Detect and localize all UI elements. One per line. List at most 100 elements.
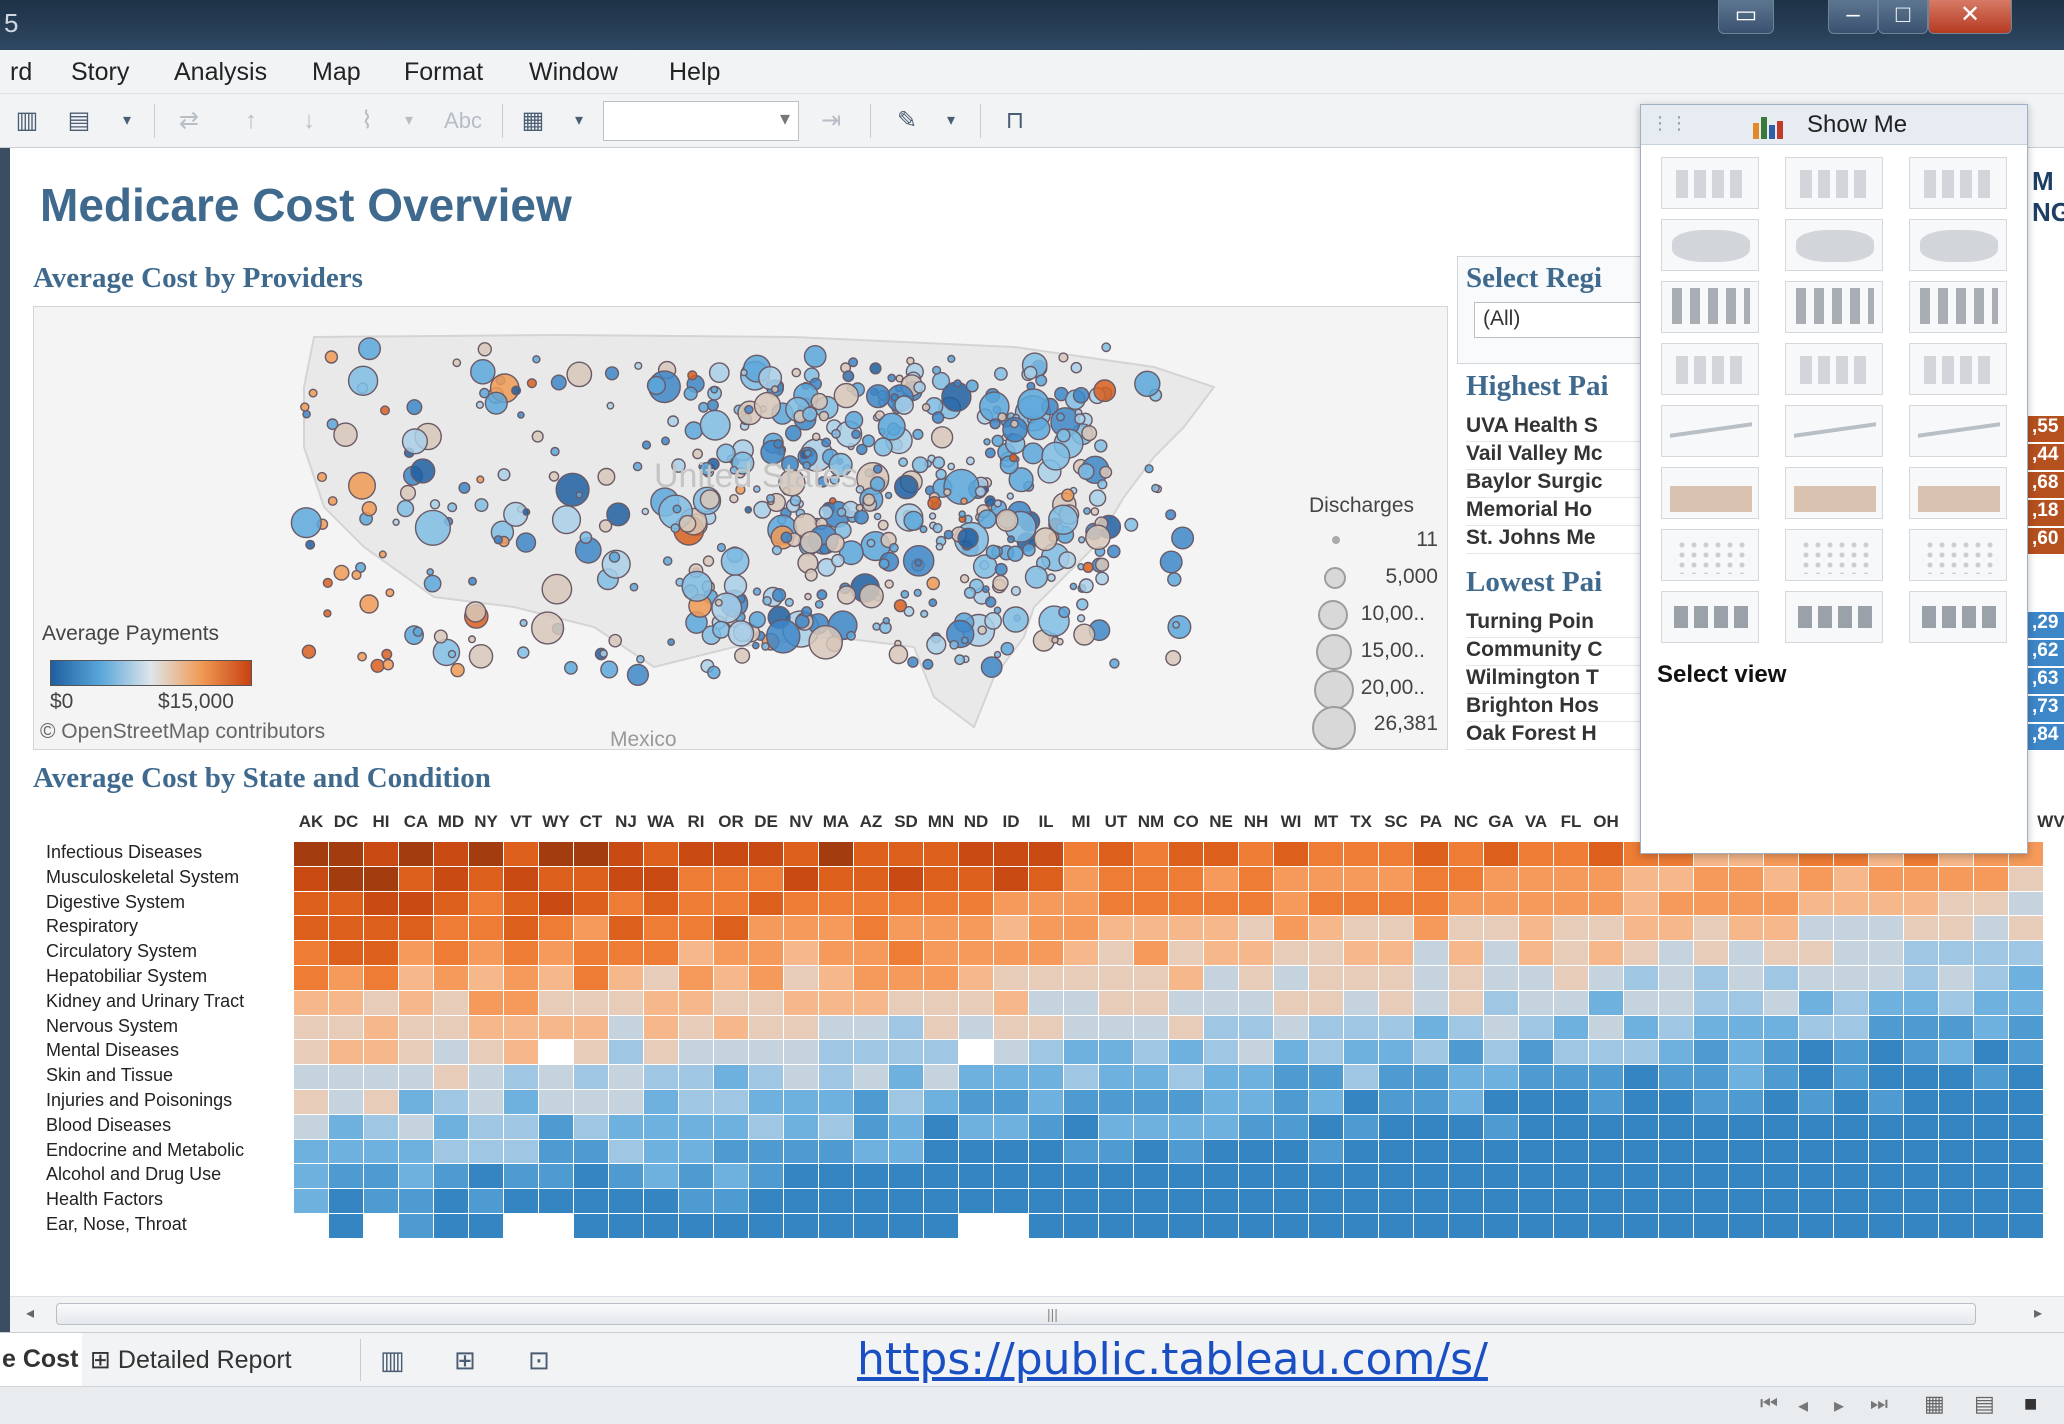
scrollbar-thumb[interactable]: ||| bbox=[56, 1303, 1976, 1325]
provider-bubble[interactable] bbox=[396, 499, 415, 518]
provider-bubble[interactable] bbox=[985, 596, 997, 608]
provider-bubble[interactable] bbox=[873, 512, 882, 521]
provider-bubble[interactable] bbox=[932, 456, 946, 470]
provider-bubble[interactable] bbox=[810, 392, 828, 411]
heatmap-cell[interactable] bbox=[399, 1114, 433, 1139]
heatmap-cell[interactable] bbox=[2009, 990, 2043, 1015]
heatmap-cell[interactable] bbox=[1624, 866, 1658, 891]
heatmap-cell[interactable] bbox=[294, 1139, 328, 1164]
heatmap-cell[interactable] bbox=[994, 891, 1028, 916]
heatmap-cell[interactable] bbox=[1309, 916, 1343, 941]
heatmap-cell[interactable] bbox=[1134, 1040, 1168, 1065]
heatmap-cell[interactable] bbox=[1624, 941, 1658, 965]
provider-bubble[interactable] bbox=[1073, 623, 1096, 646]
heatmap-cell[interactable] bbox=[1169, 1065, 1203, 1089]
heatmap-cell[interactable] bbox=[1589, 1189, 1623, 1213]
provider-bubble[interactable] bbox=[526, 378, 538, 389]
heatmap-cell[interactable] bbox=[1204, 941, 1238, 965]
heatmap-cell[interactable] bbox=[959, 1090, 993, 1114]
heatmap-cell[interactable] bbox=[1309, 842, 1343, 866]
provider-bubble[interactable] bbox=[380, 405, 391, 416]
heatmap-cell[interactable] bbox=[1939, 990, 1973, 1015]
heatmap-cell[interactable] bbox=[959, 990, 993, 1015]
provider-bubble[interactable] bbox=[825, 533, 845, 553]
heatmap-cell[interactable] bbox=[1414, 1065, 1448, 1089]
heatmap-cell[interactable] bbox=[854, 1139, 888, 1164]
provider-bubble[interactable] bbox=[522, 508, 531, 516]
menu-map[interactable]: Map bbox=[312, 58, 361, 87]
provider-bubble[interactable] bbox=[672, 504, 682, 514]
heatmap-cell[interactable] bbox=[784, 990, 818, 1015]
provider-bubble[interactable] bbox=[548, 471, 560, 482]
heatmap-cell[interactable] bbox=[1099, 1040, 1133, 1065]
heatmap-cell[interactable] bbox=[784, 1090, 818, 1114]
provider-bubble[interactable] bbox=[1077, 463, 1095, 480]
heatmap-cell[interactable] bbox=[994, 1214, 1028, 1238]
heatmap-cell[interactable] bbox=[1869, 966, 1903, 990]
heatmap-cell[interactable] bbox=[644, 1040, 678, 1065]
heatmap-cell[interactable] bbox=[1904, 941, 1938, 965]
heatmap-cell[interactable] bbox=[1274, 1015, 1308, 1040]
provider-bubble[interactable] bbox=[771, 545, 783, 556]
heatmap-cell[interactable] bbox=[399, 1189, 433, 1213]
heatmap-cell[interactable] bbox=[1624, 1065, 1658, 1089]
heatmap-cell[interactable] bbox=[1449, 1164, 1483, 1189]
provider-bubble[interactable] bbox=[706, 399, 719, 412]
lowest-provider[interactable]: Community C bbox=[1466, 638, 1656, 666]
heatmap-cell[interactable] bbox=[1029, 1214, 1063, 1238]
provider-bubble[interactable] bbox=[579, 531, 593, 545]
heatmap-cell[interactable] bbox=[889, 1015, 923, 1040]
heatmap-cell[interactable] bbox=[399, 916, 433, 941]
heatmap-cell[interactable] bbox=[1974, 1139, 2008, 1164]
heatmap-cell[interactable] bbox=[539, 941, 573, 965]
heatmap-cell[interactable] bbox=[784, 941, 818, 965]
provider-bubble[interactable] bbox=[1000, 641, 1015, 656]
provider-bubble[interactable] bbox=[846, 630, 856, 641]
provider-bubble[interactable] bbox=[555, 472, 590, 507]
provider-bubble[interactable] bbox=[887, 373, 897, 383]
heatmap-cell[interactable] bbox=[1274, 1114, 1308, 1139]
heatmap-cell[interactable] bbox=[364, 842, 398, 866]
provider-bubble[interactable] bbox=[836, 585, 857, 605]
heatmap-cell[interactable] bbox=[1519, 966, 1553, 990]
heatmap-cell[interactable] bbox=[364, 866, 398, 891]
heatmap-cell[interactable] bbox=[1834, 966, 1868, 990]
heatmap-cell[interactable] bbox=[1344, 1065, 1378, 1089]
heatmap-cell[interactable] bbox=[574, 866, 608, 891]
heatmap-cell[interactable] bbox=[819, 1090, 853, 1114]
provider-bubble[interactable] bbox=[634, 361, 643, 370]
heatmap-cell[interactable] bbox=[504, 1090, 538, 1114]
menu-dashboard[interactable]: rd bbox=[10, 58, 32, 87]
menu-story[interactable]: Story bbox=[71, 58, 129, 87]
heatmap-cell[interactable] bbox=[1659, 941, 1693, 965]
heatmap-cell[interactable] bbox=[1449, 891, 1483, 916]
heatmap-cell[interactable] bbox=[959, 941, 993, 965]
provider-bubble[interactable] bbox=[370, 658, 385, 673]
heatmap-cell[interactable] bbox=[399, 866, 433, 891]
provider-bubble[interactable] bbox=[943, 529, 954, 540]
heatmap-cell[interactable] bbox=[1344, 866, 1378, 891]
provider-bubble[interactable] bbox=[862, 493, 876, 507]
heatmap-cell[interactable] bbox=[469, 866, 503, 891]
provider-bubble[interactable] bbox=[1047, 504, 1079, 535]
heatmap-cell[interactable] bbox=[1309, 966, 1343, 990]
heatmap-cell[interactable] bbox=[504, 966, 538, 990]
heatmap-cell[interactable] bbox=[1029, 1090, 1063, 1114]
heatmap-cell[interactable] bbox=[1939, 1015, 1973, 1040]
heatmap-cell[interactable] bbox=[714, 1114, 748, 1139]
box-and-whisker-icon[interactable] bbox=[1909, 529, 2007, 581]
heatmap-cell[interactable] bbox=[1204, 842, 1238, 866]
heatmap-cell[interactable] bbox=[1904, 916, 1938, 941]
provider-bubble[interactable] bbox=[406, 399, 423, 416]
heatmap-cell[interactable] bbox=[1659, 1164, 1693, 1189]
heatmap-cell[interactable] bbox=[1519, 916, 1553, 941]
provider-bubble[interactable] bbox=[808, 624, 844, 660]
heatmap-cell[interactable] bbox=[1344, 941, 1378, 965]
highest-provider[interactable]: Vail Valley Mc bbox=[1466, 442, 1656, 470]
heatmap-cell[interactable] bbox=[1414, 990, 1448, 1015]
heatmap-cell[interactable] bbox=[2009, 1114, 2043, 1139]
heatmap-cell[interactable] bbox=[609, 1189, 643, 1213]
heatmap-cell[interactable] bbox=[1134, 866, 1168, 891]
heatmap-cell[interactable] bbox=[1484, 842, 1518, 866]
provider-bubble[interactable] bbox=[1144, 464, 1154, 474]
